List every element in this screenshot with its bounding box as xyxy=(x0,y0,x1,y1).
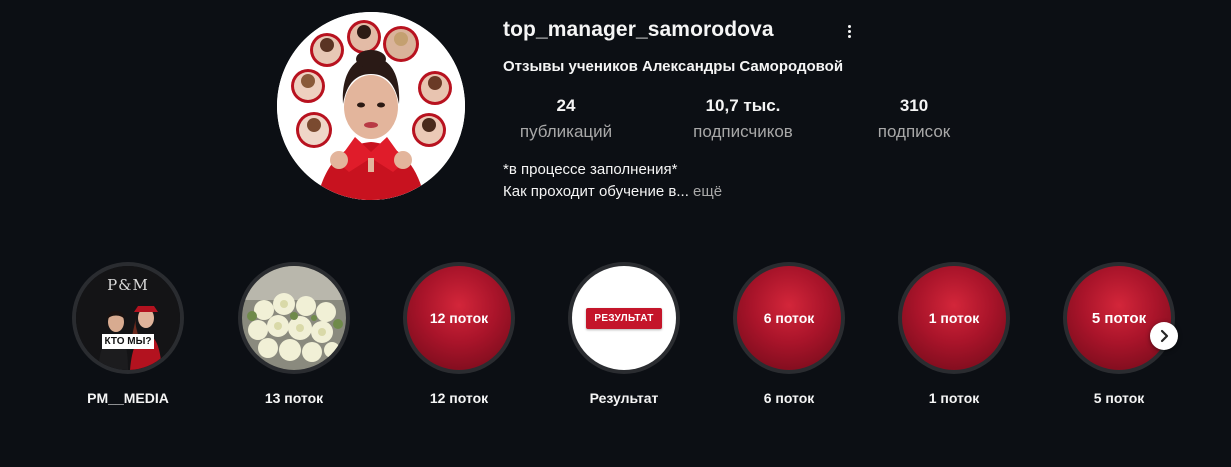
highlight-title: 1 поток xyxy=(928,390,980,406)
posts-value: 24 xyxy=(556,96,576,115)
posts-label: публикаций xyxy=(519,122,613,141)
bio-more-link[interactable]: ещё xyxy=(693,183,722,200)
highlight-cover xyxy=(242,266,346,370)
bio-line-2-text: Как проходит обучение в... xyxy=(503,183,689,200)
highlight-cover-text: 12 поток xyxy=(429,310,489,326)
highlight-1-potok[interactable]: 1 поток 1 поток xyxy=(874,262,1034,406)
followers-count[interactable]: 10,7 тыс. подписчиков xyxy=(680,96,806,142)
profile-page: top_manager_samorodova Отзывы учеников А… xyxy=(0,0,1231,467)
highlight-cover-text: 6 поток xyxy=(763,310,815,326)
highlight-ring: 6 поток xyxy=(733,262,845,374)
highlight-cover-text: 1 поток xyxy=(928,310,980,326)
highlight-cover-caption: КТО МЫ? xyxy=(102,334,154,349)
highlight-title: 13 поток xyxy=(264,390,324,406)
followers-label: подписчиков xyxy=(693,122,793,141)
highlight-cover: 1 поток xyxy=(902,266,1006,370)
followers-value: 10,7 тыс. xyxy=(705,96,781,115)
following-count[interactable]: 310 подписок xyxy=(866,96,962,142)
bio-line-1: *в процессе заполнения* xyxy=(503,161,678,178)
profile-username[interactable]: top_manager_samorodova xyxy=(503,18,774,42)
profile-bio: *в процессе заполнения* Как проходит обу… xyxy=(503,159,722,203)
highlight-cover: 12 поток xyxy=(407,266,511,370)
highlight-title: PM__MEDIA xyxy=(87,390,169,406)
highlight-title: Результат xyxy=(589,390,659,406)
highlight-cover: 5 поток xyxy=(1067,266,1171,370)
bio-line-2: Как проходит обучение в... ещё xyxy=(503,181,722,203)
profile-avatar[interactable] xyxy=(277,12,465,200)
highlight-pm-media[interactable]: P&M КТО МЫ? PM__MEDIA xyxy=(48,262,208,406)
highlight-ring xyxy=(238,262,350,374)
following-label: подписок xyxy=(877,122,951,141)
highlight-cover: 6 поток xyxy=(737,266,841,370)
highlight-cover: P&M КТО МЫ? xyxy=(76,266,180,370)
following-value: 310 xyxy=(899,96,929,115)
highlight-title: 6 поток xyxy=(763,390,815,406)
highlight-ring: P&M КТО МЫ? xyxy=(72,262,184,374)
chevron-right-icon[interactable] xyxy=(1150,322,1178,350)
highlight-cover-text: 5 поток xyxy=(1091,309,1147,327)
highlight-title: 5 поток xyxy=(1093,390,1145,406)
highlight-title: 12 поток xyxy=(429,390,489,406)
highlight-12-potok[interactable]: 12 поток 12 поток xyxy=(379,262,539,406)
highlight-ring: 1 поток xyxy=(898,262,1010,374)
highlight-ring: РЕЗУЛЬТАТ xyxy=(568,262,680,374)
highlight-rezultat[interactable]: РЕЗУЛЬТАТ Результат xyxy=(544,262,704,406)
highlight-13-potok[interactable]: 13 поток xyxy=(214,262,374,406)
highlight-ring: 5 поток xyxy=(1063,262,1175,374)
highlight-6-potok[interactable]: 6 поток 6 поток xyxy=(709,262,869,406)
profile-full-name: Отзывы учеников Александры Самородовой xyxy=(503,58,844,75)
highlight-cover-badge: РЕЗУЛЬТАТ xyxy=(586,307,662,329)
posts-count[interactable]: 24 публикаций xyxy=(508,96,624,142)
more-options-icon[interactable] xyxy=(838,20,860,42)
highlight-ring: 12 поток xyxy=(403,262,515,374)
dot xyxy=(847,34,851,38)
dot xyxy=(847,24,851,28)
highlight-cover: РЕЗУЛЬТАТ xyxy=(572,266,676,370)
dot xyxy=(847,29,851,33)
